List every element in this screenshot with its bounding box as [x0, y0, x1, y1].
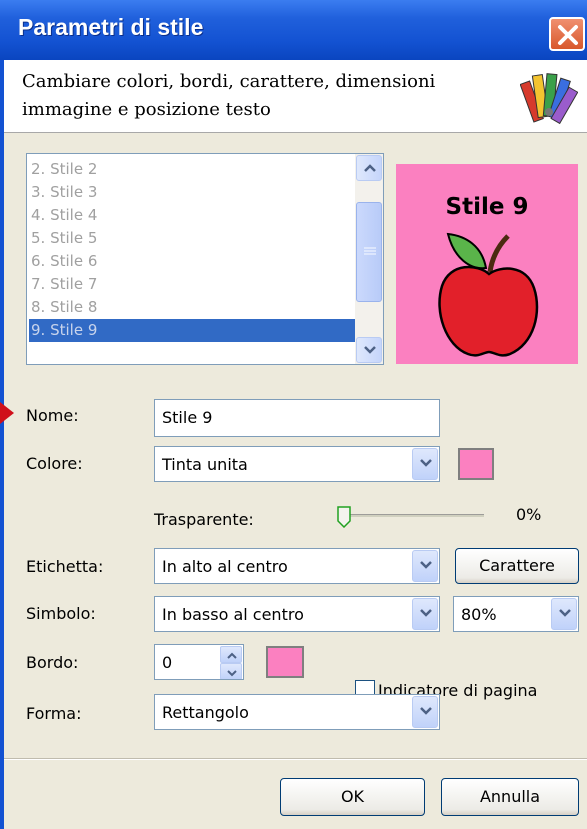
symbol-size-dropdown[interactable]: 80% [453, 596, 579, 632]
font-button[interactable]: Carattere [455, 548, 579, 584]
spinner-buttons[interactable] [220, 646, 242, 679]
label-position-value: In alto al centro [162, 557, 288, 576]
transparency-slider-thumb[interactable] [337, 506, 351, 528]
chevron-down-icon [227, 670, 237, 677]
color-swatch[interactable] [458, 448, 494, 480]
symbol-position-label: Simbolo: [26, 604, 96, 623]
chevron-down-icon [420, 459, 432, 467]
cancel-button[interactable]: Annulla [441, 778, 579, 816]
style-list[interactable]: 2. Stile 2 3. Stile 3 4. Stile 4 5. Stil… [26, 153, 384, 365]
symbol-size-dropdown-button[interactable] [551, 598, 577, 630]
shape-value: Rettangolo [162, 703, 249, 722]
color-dropdown-button[interactable] [412, 448, 438, 480]
color-dropdown-value: Tinta unita [162, 455, 248, 474]
chevron-down-icon [420, 707, 432, 715]
footer-divider-highlight [4, 759, 587, 760]
scroll-up-button[interactable] [356, 155, 382, 181]
arrow-marker-icon [0, 402, 14, 424]
border-color-swatch[interactable] [266, 646, 304, 678]
transparency-slider-track[interactable] [344, 514, 484, 517]
color-dropdown[interactable]: Tinta unita [154, 446, 440, 482]
symbol-position-dropdown-button[interactable] [412, 598, 438, 630]
symbol-size-value: 80% [461, 605, 497, 624]
dialog-header: Cambiare colori, bordi, carattere, dimen… [0, 60, 587, 133]
name-input-value: Stile 9 [162, 408, 213, 427]
list-item-selected[interactable]: 9. Stile 9 [29, 319, 357, 342]
list-item[interactable]: 4. Stile 4 [29, 204, 357, 227]
transparency-label: Trasparente: [154, 510, 254, 529]
list-scrollbar[interactable] [355, 154, 383, 364]
label-position-dropdown-button[interactable] [412, 550, 438, 582]
scroll-down-button[interactable] [356, 337, 382, 363]
scroll-thumb[interactable] [356, 202, 382, 302]
apple-icon [438, 232, 539, 357]
list-item[interactable]: 3. Stile 3 [29, 181, 357, 204]
chevron-down-icon [559, 609, 571, 617]
list-item[interactable]: 5. Stile 5 [29, 227, 357, 250]
symbol-position-dropdown[interactable]: In basso al centro [154, 596, 440, 632]
chevron-down-icon [364, 346, 376, 354]
shape-dropdown-button[interactable] [412, 696, 438, 728]
list-item[interactable]: 6. Stile 6 [29, 250, 357, 273]
symbol-position-value: In basso al centro [162, 605, 304, 624]
grip-icon [364, 247, 376, 255]
ok-button[interactable]: OK [280, 778, 425, 816]
color-palette-icon [520, 73, 578, 125]
border-width-spinner[interactable]: 0 [154, 644, 244, 680]
close-button[interactable] [549, 17, 585, 51]
color-label: Colore: [26, 454, 83, 473]
name-input[interactable]: Stile 9 [154, 399, 440, 437]
label-position-label: Etichetta: [26, 557, 104, 576]
spinner-down-button[interactable] [220, 663, 242, 679]
shape-label: Forma: [26, 704, 82, 723]
window-border [0, 60, 4, 829]
chevron-up-icon [364, 164, 376, 172]
title-bar: Parametri di stile [0, 0, 587, 60]
chevron-down-icon [420, 561, 432, 569]
spinner-up-button[interactable] [220, 646, 242, 663]
preview-title: Stile 9 [445, 194, 529, 220]
chevron-up-icon [227, 652, 237, 659]
window-title: Parametri di stile [18, 14, 204, 40]
close-icon [558, 25, 578, 45]
shape-dropdown[interactable]: Rettangolo [154, 694, 440, 730]
label-position-dropdown[interactable]: In alto al centro [154, 548, 440, 584]
border-width-value: 0 [162, 653, 173, 672]
transparency-value: 0% [516, 505, 542, 524]
list-item[interactable]: 2. Stile 2 [29, 158, 357, 181]
list-item[interactable]: 8. Stile 8 [29, 296, 357, 319]
list-item[interactable]: 7. Stile 7 [29, 273, 357, 296]
style-preview: Stile 9 [396, 164, 578, 364]
name-label: Nome: [26, 406, 79, 425]
border-label: Bordo: [26, 653, 79, 672]
header-description: Cambiare colori, bordi, carattere, dimen… [22, 71, 436, 120]
chevron-down-icon [420, 609, 432, 617]
